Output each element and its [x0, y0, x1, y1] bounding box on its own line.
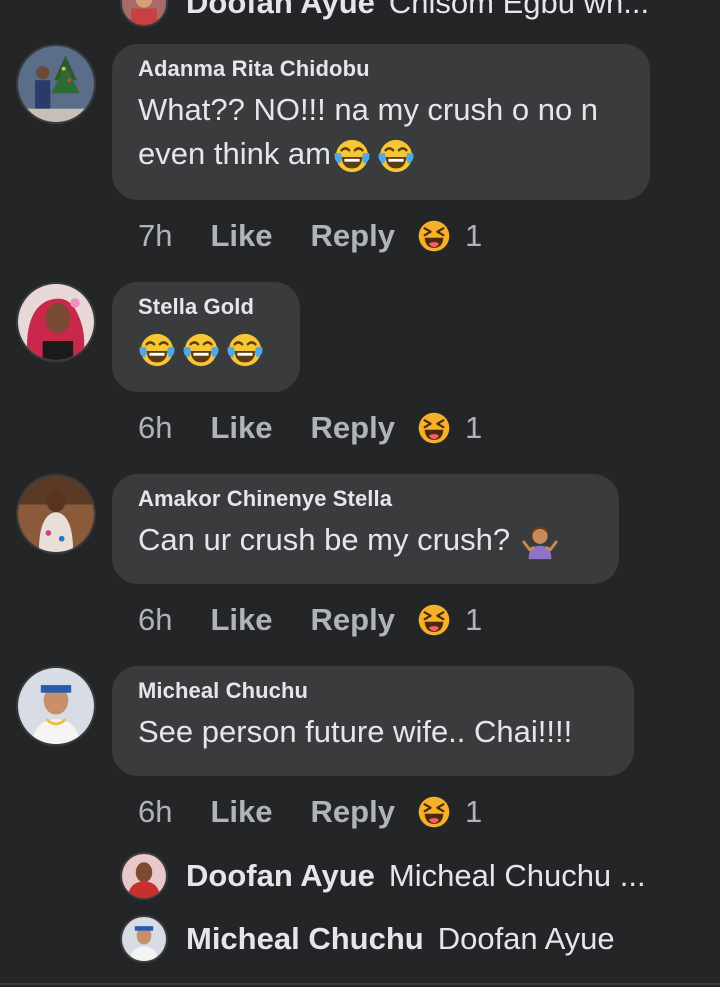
comment-author[interactable]: Amakor Chinenye Stella	[138, 486, 593, 512]
avatar[interactable]	[16, 44, 96, 124]
comment-bubble[interactable]: Stella Gold	[112, 282, 300, 392]
reply-row-top[interactable]: Doofan Ayue Chisom Egbu wh...	[120, 0, 649, 28]
avatar[interactable]	[16, 474, 96, 554]
reply-preview[interactable]: Chisom Egbu wh...	[389, 0, 649, 21]
like-button[interactable]: Like	[210, 218, 272, 254]
divider	[0, 983, 720, 985]
avatar[interactable]	[16, 666, 96, 746]
haha-reaction-icon[interactable]	[417, 219, 451, 253]
comment-text: Can ur crush be my crush?	[138, 518, 593, 562]
face-with-tears-of-joy-icon	[377, 137, 415, 175]
reply-author[interactable]: Doofan Ayue	[186, 858, 375, 894]
reply-button[interactable]: Reply	[311, 794, 395, 830]
comment-actions: 7h Like Reply 1	[138, 214, 482, 258]
comment-actions: 6h Like Reply 1	[138, 598, 482, 642]
reply-button[interactable]: Reply	[311, 410, 395, 446]
like-button[interactable]: Like	[210, 794, 272, 830]
avatar[interactable]	[120, 0, 168, 27]
face-with-tears-of-joy-icon	[138, 331, 176, 369]
reply-button[interactable]: Reply	[311, 602, 395, 638]
face-with-tears-of-joy-icon	[333, 137, 371, 175]
comment-author[interactable]: Adanma Rita Chidobu	[138, 56, 624, 82]
face-with-tears-of-joy-icon	[182, 331, 220, 369]
timestamp[interactable]: 6h	[138, 794, 172, 830]
comment-actions: 6h Like Reply 1	[138, 790, 482, 834]
timestamp[interactable]: 6h	[138, 602, 172, 638]
comment-actions: 6h Like Reply 1	[138, 406, 482, 450]
comment-bubble[interactable]: Amakor Chinenye Stella Can ur crush be m…	[112, 474, 619, 584]
avatar[interactable]	[120, 852, 168, 900]
haha-reaction-icon[interactable]	[417, 603, 451, 637]
like-button[interactable]: Like	[210, 602, 272, 638]
reply-row[interactable]: Doofan Ayue Micheal Chuchu ...	[120, 851, 646, 901]
reply-preview[interactable]: Micheal Chuchu ...	[389, 858, 646, 894]
timestamp[interactable]: 6h	[138, 410, 172, 446]
timestamp[interactable]: 7h	[138, 218, 172, 254]
reaction-count[interactable]: 1	[465, 602, 482, 638]
comment-text: What?? NO!!! na my crush o no n even thi…	[138, 88, 624, 176]
avatar[interactable]	[16, 282, 96, 362]
reply-button[interactable]: Reply	[311, 218, 395, 254]
reply-author[interactable]: Micheal Chuchu	[186, 921, 424, 957]
face-with-tears-of-joy-icon	[226, 331, 264, 369]
reply-preview[interactable]: Doofan Ayue	[438, 921, 615, 957]
comment-author[interactable]: Micheal Chuchu	[138, 678, 608, 704]
reply-author[interactable]: Doofan Ayue	[186, 0, 375, 21]
reaction-count[interactable]: 1	[465, 410, 482, 446]
reply-row[interactable]: Micheal Chuchu Doofan Ayue	[120, 914, 615, 964]
person-shrugging-icon	[521, 523, 559, 561]
reaction-count[interactable]: 1	[465, 794, 482, 830]
comment-bubble[interactable]: Micheal Chuchu See person future wife.. …	[112, 666, 634, 776]
comment-author[interactable]: Stella Gold	[138, 294, 274, 320]
haha-reaction-icon[interactable]	[417, 411, 451, 445]
comment-text: See person future wife.. Chai!!!!	[138, 714, 573, 749]
like-button[interactable]: Like	[210, 410, 272, 446]
comment-text	[138, 326, 274, 370]
reaction-count[interactable]: 1	[465, 218, 482, 254]
comment-bubble[interactable]: Adanma Rita Chidobu What?? NO!!! na my c…	[112, 44, 650, 200]
haha-reaction-icon[interactable]	[417, 795, 451, 829]
avatar[interactable]	[120, 915, 168, 963]
